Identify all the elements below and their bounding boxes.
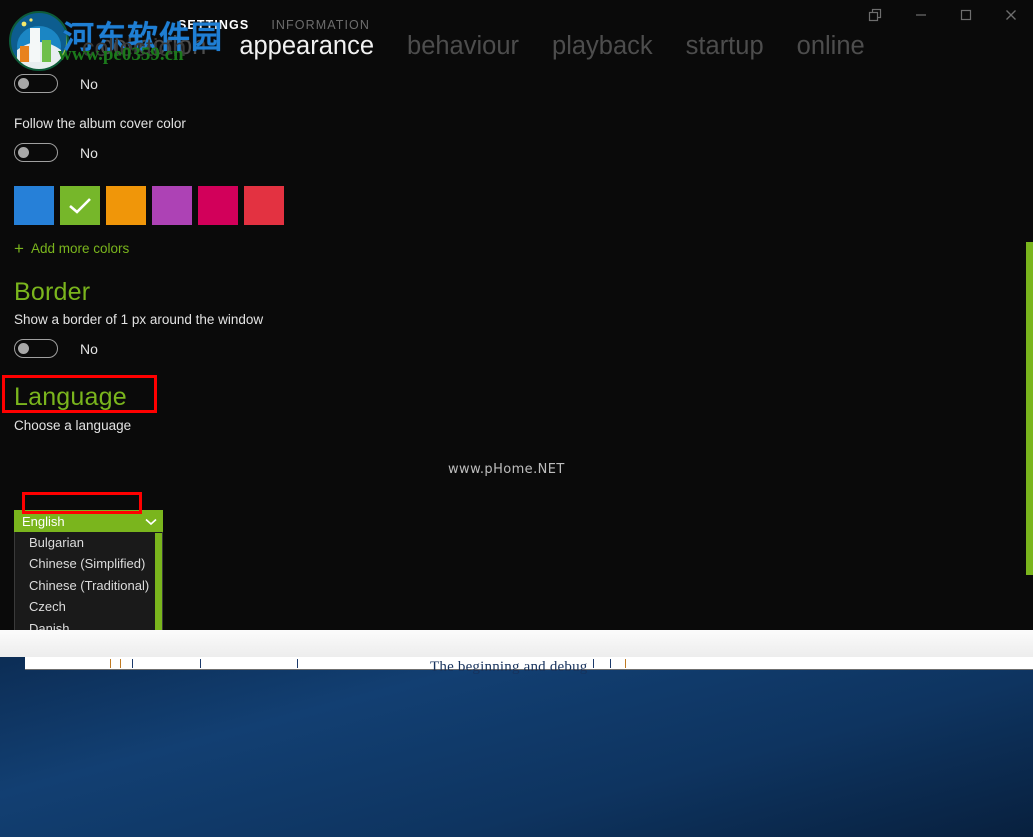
- color-swatch-orange[interactable]: [106, 186, 146, 225]
- window-controls: [853, 0, 1033, 30]
- border-toggle-value: No: [80, 341, 98, 357]
- appearance-settings-pane: No Follow the album cover color No: [0, 62, 1033, 630]
- partial-toggle[interactable]: [14, 74, 58, 93]
- background-document-text: The beginning and debug: [430, 659, 587, 676]
- color-swatch-magenta[interactable]: [198, 186, 238, 225]
- language-description: Choose a language: [14, 418, 131, 433]
- album-cover-toggle-value: No: [80, 145, 98, 161]
- color-swatch-red[interactable]: [244, 186, 284, 225]
- dropdown-option[interactable]: Chinese (Traditional): [15, 575, 162, 596]
- tab-startup[interactable]: startup: [686, 32, 764, 61]
- ruler-tick: [625, 659, 626, 668]
- watermark-center: www.pHome.NET: [448, 462, 565, 477]
- language-heading: Language: [14, 383, 127, 412]
- partial-toggle-row: No: [14, 74, 98, 93]
- ruler-tick: [132, 659, 133, 668]
- background-window-canvas: [0, 657, 1033, 837]
- ruler-tick: [200, 659, 201, 668]
- tab-appearance[interactable]: appearance: [239, 32, 374, 61]
- tab-behaviour[interactable]: behaviour: [407, 32, 519, 61]
- ruler-tick: [120, 659, 121, 668]
- maximize-icon[interactable]: [943, 0, 988, 30]
- watermark-site-url: www.pe0359.cn: [58, 44, 184, 66]
- color-swatch-blue[interactable]: [14, 186, 54, 225]
- background-window[interactable]: The beginning and debug: [0, 628, 1033, 836]
- dropdown-option[interactable]: Czech: [15, 596, 162, 617]
- add-more-colors-label: Add more colors: [31, 241, 129, 256]
- chevron-down-icon: [145, 514, 157, 529]
- minimize-icon[interactable]: [898, 0, 943, 30]
- tab-online[interactable]: online: [797, 32, 865, 61]
- album-cover-toggle[interactable]: [14, 143, 58, 162]
- language-dropdown-list[interactable]: Bulgarian Chinese (Simplified) Chinese (…: [14, 532, 163, 630]
- ruler-tick: [610, 659, 611, 668]
- accent-color-swatches: [14, 186, 284, 225]
- toggle-knob: [18, 343, 29, 354]
- add-more-colors-button[interactable]: + Add more colors: [14, 240, 129, 257]
- album-cover-toggle-row: No: [14, 143, 98, 162]
- color-swatch-green[interactable]: [60, 186, 100, 225]
- color-swatch-purple[interactable]: [152, 186, 192, 225]
- border-toggle[interactable]: [14, 339, 58, 358]
- plus-icon: +: [14, 240, 24, 257]
- ruler-tick: [110, 659, 111, 668]
- toggle-knob: [18, 147, 29, 158]
- border-description: Show a border of 1 px around the window: [14, 312, 263, 327]
- tab-playback[interactable]: playback: [552, 32, 653, 61]
- topnav-item-information[interactable]: INFORMATION: [271, 18, 370, 32]
- border-toggle-row: No: [14, 339, 98, 358]
- check-icon: [60, 186, 100, 225]
- background-window-toolbar: [0, 629, 1033, 657]
- dropdown-option[interactable]: Danish: [15, 618, 162, 630]
- dropdown-scrollbar-track[interactable]: [155, 532, 162, 630]
- close-icon[interactable]: [988, 0, 1033, 30]
- pane-scrollbar-thumb[interactable]: [1026, 242, 1033, 575]
- toggle-knob: [18, 78, 29, 89]
- dropdown-option[interactable]: Bulgarian: [15, 532, 162, 553]
- ruler-tick: [593, 659, 594, 668]
- dropdown-scrollbar-thumb[interactable]: [155, 533, 162, 630]
- dropdown-option[interactable]: Chinese (Simplified): [15, 553, 162, 574]
- ruler-tick: [297, 659, 298, 668]
- language-select[interactable]: English: [14, 510, 163, 532]
- border-heading: Border: [14, 278, 90, 307]
- language-select-value: English: [22, 514, 65, 529]
- album-cover-label: Follow the album cover color: [14, 116, 186, 131]
- restore-windows-icon[interactable]: [853, 0, 898, 30]
- partial-toggle-value: No: [80, 76, 98, 92]
- music-player-window: SETTINGS INFORMATION collection appearan…: [0, 0, 1033, 630]
